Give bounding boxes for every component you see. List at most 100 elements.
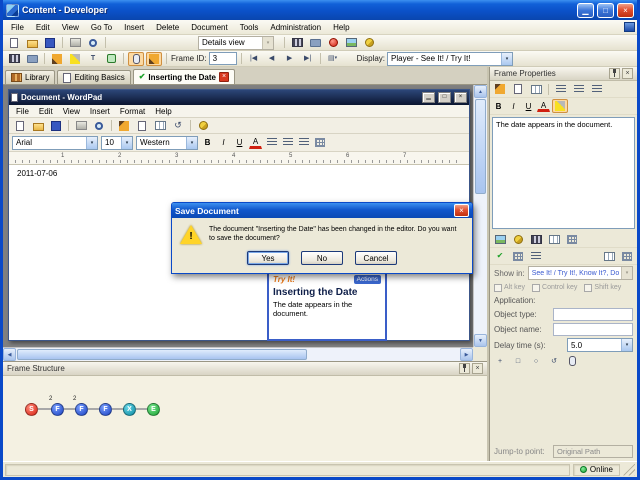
wp-preview-button[interactable] bbox=[91, 119, 107, 133]
scroll-up-button[interactable]: ▲ bbox=[474, 85, 487, 98]
frame-node-exit[interactable]: X bbox=[123, 403, 136, 416]
text-tool-button[interactable]: T bbox=[85, 52, 101, 66]
insert-sound-button[interactable] bbox=[510, 232, 526, 246]
note-paste-button[interactable] bbox=[528, 82, 544, 96]
wp-align-left-button[interactable] bbox=[265, 136, 278, 149]
note-align-center-button[interactable] bbox=[571, 82, 587, 96]
resize-grip[interactable] bbox=[623, 463, 635, 476]
preview-button[interactable] bbox=[289, 36, 305, 50]
insert-grid-button[interactable] bbox=[564, 232, 580, 246]
frame-id-input[interactable]: 3 bbox=[208, 52, 237, 65]
wordpad-close-button[interactable]: × bbox=[454, 92, 467, 103]
columns-button[interactable] bbox=[601, 249, 617, 263]
wp-font-select[interactable]: Arial ▾ bbox=[12, 135, 98, 150]
style-button[interactable] bbox=[528, 249, 544, 263]
wordpad-minimize-button[interactable]: ▁ bbox=[422, 92, 435, 103]
menu-goto[interactable]: Go To bbox=[85, 22, 118, 33]
open-button[interactable] bbox=[24, 36, 40, 50]
editor-horizontal-scrollbar[interactable]: ◀ ▶ bbox=[3, 347, 473, 361]
wp-align-center-button[interactable] bbox=[281, 136, 294, 149]
rectangle-region-button[interactable]: □ bbox=[510, 354, 526, 368]
snapshot-button[interactable] bbox=[24, 52, 40, 66]
frame-node-frame2[interactable]: F2 bbox=[73, 396, 88, 416]
no-button[interactable]: No bbox=[301, 251, 343, 265]
minimize-button[interactable]: ▁ bbox=[577, 2, 594, 18]
note-cut-button[interactable] bbox=[492, 82, 508, 96]
close-button[interactable]: × bbox=[617, 2, 634, 18]
capture-area-button[interactable]: + bbox=[492, 354, 508, 368]
search-button[interactable] bbox=[85, 36, 101, 50]
highlighter-button[interactable] bbox=[67, 52, 83, 66]
pencil-button[interactable] bbox=[49, 52, 65, 66]
cancel-button[interactable]: Cancel bbox=[355, 251, 397, 265]
menu-view[interactable]: View bbox=[56, 22, 85, 33]
annotate-mode-toggle[interactable] bbox=[146, 51, 162, 66]
frame-node-frame1[interactable]: F2 bbox=[49, 396, 64, 416]
record-button[interactable] bbox=[325, 36, 341, 50]
panel-pin-button[interactable] bbox=[459, 363, 470, 374]
apply-button[interactable]: ✔ bbox=[492, 249, 508, 263]
menu-insert[interactable]: Insert bbox=[118, 22, 150, 33]
insert-image-button[interactable] bbox=[492, 232, 508, 246]
wp-datetime-button[interactable] bbox=[195, 119, 211, 133]
reset-region-button[interactable]: ↺ bbox=[546, 354, 562, 368]
note-align-left-button[interactable] bbox=[553, 82, 569, 96]
show-in-select[interactable]: See It! / Try It!, Know It?, Do It! ▾ bbox=[527, 266, 633, 280]
previous-frame-button[interactable]: ◀ bbox=[264, 52, 280, 66]
object-name-field[interactable] bbox=[553, 323, 633, 336]
note-copy-button[interactable] bbox=[510, 82, 526, 96]
tab-editing-basics[interactable]: Editing Basics bbox=[57, 70, 131, 84]
wp-script-select[interactable]: Western ▾ bbox=[136, 135, 198, 150]
delay-time-select[interactable]: 5.0 ▾ bbox=[567, 338, 633, 352]
wp-menu-file[interactable]: File bbox=[11, 107, 34, 116]
wordpad-maximize-button[interactable]: □ bbox=[438, 92, 451, 103]
wp-paste-button[interactable] bbox=[152, 119, 168, 133]
horizontal-scroll-thumb[interactable] bbox=[17, 349, 307, 360]
dialog-close-button[interactable]: × bbox=[454, 204, 469, 217]
wp-menu-help[interactable]: Help bbox=[150, 107, 176, 116]
wp-align-right-button[interactable] bbox=[297, 136, 310, 149]
wp-new-button[interactable] bbox=[12, 119, 28, 133]
frames-button[interactable] bbox=[6, 52, 22, 66]
menu-delete[interactable]: Delete bbox=[150, 22, 185, 33]
wp-menu-format[interactable]: Format bbox=[115, 107, 150, 116]
maximize-button[interactable]: □ bbox=[597, 2, 614, 18]
menu-file[interactable]: File bbox=[5, 22, 30, 33]
insert-image-button[interactable] bbox=[343, 36, 359, 50]
scroll-down-button[interactable]: ▼ bbox=[474, 334, 487, 347]
insert-table-button[interactable] bbox=[546, 232, 562, 246]
panel-close-button[interactable]: × bbox=[472, 363, 483, 374]
wp-save-button[interactable] bbox=[48, 119, 64, 133]
frame-node-end[interactable]: E bbox=[147, 403, 160, 416]
tab-library[interactable]: Library bbox=[5, 70, 56, 84]
wp-undo-button[interactable]: ↺ bbox=[170, 119, 186, 133]
editor-vertical-scrollbar[interactable]: ▲ ▼ bbox=[473, 85, 487, 347]
wp-open-button[interactable] bbox=[30, 119, 46, 133]
frame-note-textarea[interactable]: The date appears in the document. bbox=[492, 117, 635, 229]
wp-italic-button[interactable]: I bbox=[217, 136, 230, 149]
wp-bold-button[interactable]: B bbox=[201, 136, 214, 149]
layout-button[interactable] bbox=[510, 249, 526, 263]
scroll-left-button[interactable]: ◀ bbox=[3, 348, 16, 361]
print-button[interactable] bbox=[67, 36, 83, 50]
frame-list-button[interactable]: ▤ ▾ bbox=[325, 52, 341, 66]
wp-cut-button[interactable] bbox=[116, 119, 132, 133]
wp-menu-insert[interactable]: Insert bbox=[85, 107, 115, 116]
document-window-icon[interactable] bbox=[624, 22, 635, 32]
last-frame-button[interactable]: ▶| bbox=[300, 52, 316, 66]
wp-copy-button[interactable] bbox=[134, 119, 150, 133]
vertical-scroll-thumb[interactable] bbox=[475, 99, 486, 194]
wp-bullets-button[interactable] bbox=[313, 136, 326, 149]
shape-button[interactable] bbox=[103, 52, 119, 66]
menu-help[interactable]: Help bbox=[327, 22, 355, 33]
note-bold-button[interactable]: B bbox=[492, 100, 505, 113]
display-select[interactable]: Player - See It! / Try It! ▾ bbox=[387, 51, 514, 66]
wp-menu-view[interactable]: View bbox=[58, 107, 85, 116]
save-button[interactable] bbox=[42, 36, 58, 50]
menu-tools[interactable]: Tools bbox=[234, 22, 265, 33]
cells-button[interactable] bbox=[619, 249, 635, 263]
scroll-right-button[interactable]: ▶ bbox=[460, 348, 473, 361]
wp-print-button[interactable] bbox=[73, 119, 89, 133]
insert-sound-button[interactable] bbox=[361, 36, 377, 50]
ellipse-region-button[interactable]: ○ bbox=[528, 354, 544, 368]
